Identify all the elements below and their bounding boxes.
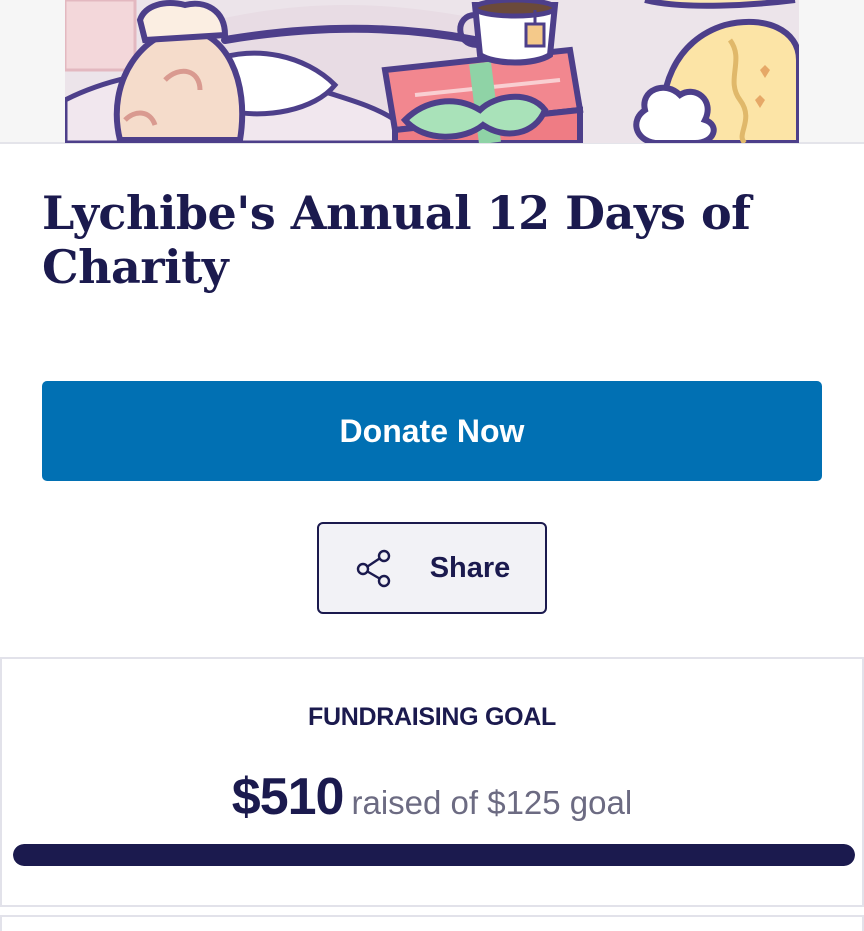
- next-section-card: [0, 915, 864, 931]
- banner-strip: [0, 0, 864, 144]
- share-button[interactable]: Share: [317, 522, 547, 614]
- goal-progress-bar: [13, 844, 855, 866]
- raised-amount: $510: [231, 768, 345, 826]
- raised-of-goal-text: raised of $125 goal: [351, 784, 633, 821]
- share-label: Share: [429, 551, 511, 584]
- campaign-page: Lychibe's Annual 12 Days of Charity Dona…: [0, 0, 864, 931]
- fundraising-goal-card: FUNDRAISING GOAL $510 raised of $125 goal: [0, 657, 864, 907]
- goal-progress-fill: [13, 844, 855, 866]
- campaign-title: Lychibe's Annual 12 Days of Charity: [42, 186, 751, 294]
- share-icon: [354, 548, 394, 588]
- goal-heading: FUNDRAISING GOAL: [308, 703, 556, 731]
- donate-now-button[interactable]: Donate Now: [42, 381, 822, 481]
- goal-summary: $510 raised of $125 goal: [2, 767, 862, 827]
- campaign-banner-image: [65, 0, 799, 143]
